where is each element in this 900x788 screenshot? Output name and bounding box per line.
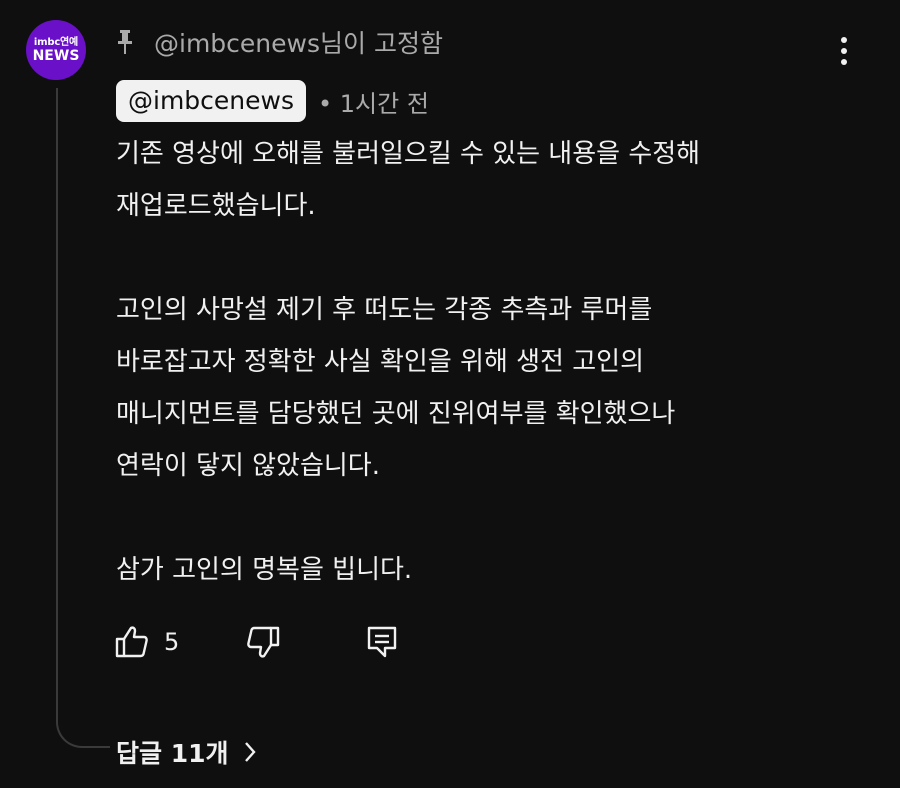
comment-line: 연락이 닿지 않았습니다.	[116, 451, 380, 481]
pin-icon	[118, 30, 132, 54]
like-button[interactable]: 5	[114, 624, 179, 660]
thumbs-up-icon	[115, 626, 148, 658]
dislike-button[interactable]	[245, 624, 281, 660]
avatar-bottom-text: NEWS	[32, 47, 80, 64]
more-options-button[interactable]	[828, 32, 860, 68]
avatar-top-text: imbc연예	[33, 36, 79, 48]
like-count: 5	[164, 628, 180, 656]
comment-actions: 5	[114, 622, 399, 662]
replies-label: 답글 11개	[116, 739, 229, 768]
more-vertical-icon	[841, 37, 847, 65]
comment-line: 고인의 사망설 제기 후 떠도는 각종 추측과 루머를	[116, 295, 653, 325]
comment-blank-line	[116, 232, 856, 284]
pinned-text: @imbcenews님이 고정함	[154, 29, 443, 58]
author-handle-chip[interactable]: @imbcenews	[116, 80, 306, 122]
comment-line: 바로잡고자 정확한 사실 확인을 위해 생전 고인의	[116, 347, 644, 377]
comment-line: 매니지먼트를 담당했던 곳에 진위여부를 확인했으나	[116, 399, 676, 429]
thread-connector-line	[56, 88, 110, 748]
comment-line: 삼가 고인의 명복을 빕니다.	[116, 555, 413, 585]
reply-button[interactable]	[365, 624, 399, 660]
comment-meta: @imbcenews • 1시간 전	[116, 80, 429, 122]
comment-timestamp: • 1시간 전	[318, 89, 429, 118]
pinned-label: @imbcenews님이 고정함	[116, 24, 443, 60]
comment-blank-line	[116, 492, 856, 544]
chevron-right-icon	[244, 742, 256, 762]
comment-line: 기존 영상에 오해를 불러일으킬 수 있는 내용을 수정해	[116, 139, 701, 169]
reply-icon	[368, 626, 397, 658]
replies-toggle[interactable]: 답글 11개	[116, 732, 257, 772]
comment-body: 기존 영상에 오해를 불러일으킬 수 있는 내용을 수정해 재업로드했습니다. …	[116, 128, 856, 596]
avatar[interactable]: imbc연예 NEWS	[26, 20, 86, 80]
thumbs-down-icon	[247, 626, 280, 658]
comment-line: 재업로드했습니다.	[116, 191, 316, 221]
